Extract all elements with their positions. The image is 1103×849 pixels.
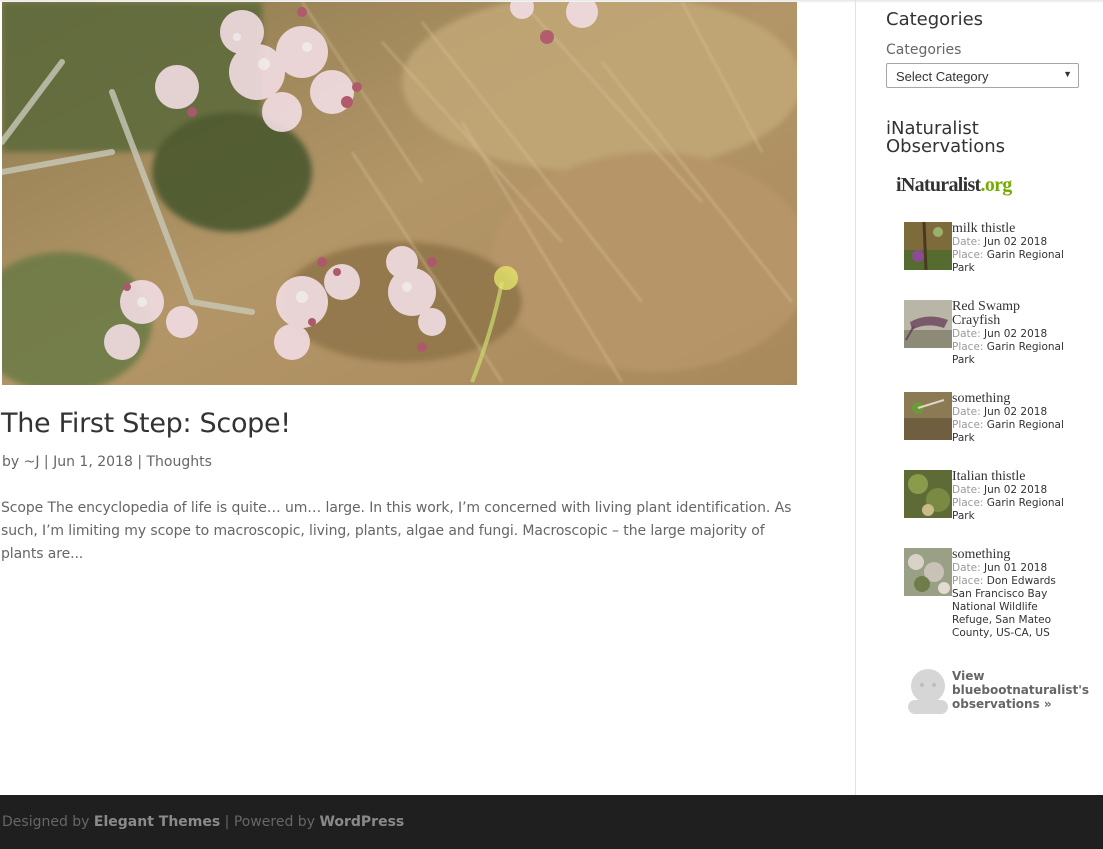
categories-label: Categories <box>886 42 962 58</box>
observation-thumbnail[interactable] <box>904 300 952 348</box>
observation-date-value: Jun 01 2018 <box>983 562 1048 574</box>
footer-credits: Designed by Elegant Themes | Powered by … <box>2 814 404 830</box>
post-meta-separator: | <box>132 454 147 470</box>
sidebar-divider <box>855 0 856 795</box>
observation-place: Place: Don Edwards San Francisco Bay Nat… <box>952 575 1064 640</box>
observation-date: Date: Jun 02 2018 <box>952 328 1064 341</box>
observation-place: Place: Garin Regional Park <box>952 249 1064 275</box>
footer: Designed by Elegant Themes | Powered by … <box>0 795 1103 849</box>
post-category-link[interactable]: Thoughts <box>147 454 212 470</box>
wordpress-link[interactable]: WordPress <box>319 814 404 830</box>
post-excerpt: Scope The encyclopedia of life is quite…… <box>1 500 792 562</box>
footer-powered-by: | Powered by <box>220 814 320 830</box>
post-meta-by: by <box>2 454 24 470</box>
view-observations-text[interactable]: View bluebootnaturalist's observations » <box>952 669 1094 711</box>
observation-place-label: Place: <box>952 341 987 353</box>
observation-date: Date: Jun 02 2018 <box>952 484 1064 497</box>
observation-name[interactable]: Italian thistle <box>952 470 1064 484</box>
observation-name[interactable]: Red Swamp Crayfish <box>952 300 1064 328</box>
observation-date-label: Date: <box>952 328 984 340</box>
post-meta: by ~J | Jun 1, 2018 | Thoughts <box>2 454 212 470</box>
observation-date-label: Date: <box>952 562 984 574</box>
category-select[interactable]: Select Category ▼ <box>886 63 1079 88</box>
elegant-themes-link[interactable]: Elegant Themes <box>94 814 220 830</box>
inaturalist-widget-title: iNaturalist Observations <box>886 118 1005 157</box>
post-date: Jun 1, 2018 <box>53 454 133 470</box>
category-select-value: Select Category <box>896 69 989 84</box>
observation-date-value: Jun 02 2018 <box>983 484 1048 496</box>
footer-designed-by: Designed by <box>2 814 94 830</box>
observation-date-value: Jun 02 2018 <box>983 406 1048 418</box>
post-author-link[interactable]: ~J <box>24 454 40 470</box>
observation-date-value: Jun 02 2018 <box>983 328 1048 340</box>
observation-place: Place: Garin Regional Park <box>952 341 1064 367</box>
inaturalist-logo[interactable]: iNaturalist.org <box>896 174 1012 197</box>
dropdown-arrow-icon: ▼ <box>1063 69 1072 79</box>
observation-name[interactable]: something <box>952 392 1064 406</box>
observation-place-label: Place: <box>952 497 987 509</box>
observation-date: Date: Jun 02 2018 <box>952 236 1064 249</box>
observation-date-label: Date: <box>952 484 984 496</box>
observation-thumbnail[interactable] <box>904 470 952 518</box>
observation-date: Date: Jun 02 2018 <box>952 406 1064 419</box>
observation-thumbnail[interactable] <box>904 222 952 270</box>
observation-name[interactable]: something <box>952 548 1064 562</box>
featured-image[interactable] <box>2 2 797 385</box>
observation-date: Date: Jun 01 2018 <box>952 562 1064 575</box>
observation-name[interactable]: milk thistle <box>952 222 1064 236</box>
observation-date-value: Jun 02 2018 <box>983 236 1048 248</box>
observation-date-label: Date: <box>952 236 984 248</box>
observation-place: Place: Garin Regional Park <box>952 497 1064 523</box>
post-title[interactable]: The First Step: Scope! <box>1 408 291 439</box>
observation-thumbnail[interactable] <box>904 548 952 596</box>
observation-place: Place: Garin Regional Park <box>952 419 1064 445</box>
observation-thumbnail[interactable] <box>904 392 952 440</box>
observation-place-label: Place: <box>952 575 987 587</box>
observation-place-label: Place: <box>952 249 987 261</box>
inaturalist-logo-domain: .org <box>980 174 1013 196</box>
inaturalist-logo-name: iNaturalist <box>896 174 981 196</box>
avatar-icon <box>904 664 952 714</box>
observation-place-label: Place: <box>952 419 987 431</box>
post-meta-separator: | <box>39 454 54 470</box>
categories-widget-title: Categories <box>886 9 984 30</box>
observation-date-label: Date: <box>952 406 984 418</box>
